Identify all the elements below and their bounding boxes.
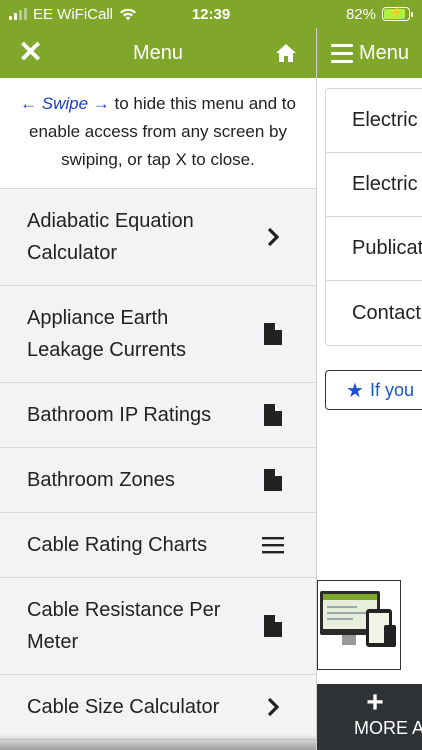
background-list-item[interactable]: Electric — [326, 89, 422, 153]
charging-bolt-icon: ⚡ — [389, 7, 403, 19]
menu-item-cable-size-calculator[interactable]: Cable Size Calculator — [0, 675, 316, 740]
hamburger-icon[interactable] — [331, 43, 353, 63]
swipe-hint: ← Swipe → to hide this menu and to enabl… — [0, 78, 316, 189]
carrier-label: EE WiFiCall — [33, 5, 114, 23]
status-left: EE WiFiCall — [9, 6, 137, 23]
side-menu: ✕ Menu ← Swipe → to hide this menu and t… — [0, 28, 316, 750]
menu-item-label: Adiabatic Equation Calculator — [27, 210, 194, 264]
menu-item-bathroom-zones[interactable]: Bathroom Zones — [0, 448, 316, 513]
background-list-item[interactable]: Contact — [326, 281, 422, 345]
chevron-right-icon — [262, 697, 284, 717]
status-right: 82% ⚡ — [345, 5, 413, 23]
background-list-item[interactable]: Electric — [326, 153, 422, 217]
menu-item-appliance-earth-leakage-currents[interactable]: Appliance Earth Leakage Currents — [0, 286, 316, 383]
document-icon — [262, 469, 284, 491]
promo-devices-image[interactable] — [317, 580, 401, 670]
background-page: Menu Electric Electric Publicat Contact … — [316, 28, 422, 750]
menu-item-adiabatic-equation-calculator[interactable]: Adiabatic Equation Calculator — [0, 189, 316, 286]
list-icon — [262, 536, 284, 554]
star-icon: ★ — [346, 379, 364, 402]
wifi-icon — [119, 8, 137, 21]
background-list: Electric Electric Publicat Contact — [325, 88, 422, 346]
menu-item-label: Cable Rating Charts — [27, 534, 208, 556]
background-header[interactable]: Menu — [317, 28, 422, 78]
menu-item-cable-rating-charts[interactable]: Cable Rating Charts — [0, 513, 316, 578]
document-icon — [262, 404, 284, 426]
menu-item-label: Bathroom Zones — [27, 469, 175, 491]
background-menu-title: Menu — [359, 41, 410, 64]
battery-cap — [411, 12, 413, 17]
menu-item-bathroom-ip-ratings[interactable]: Bathroom IP Ratings — [0, 383, 316, 448]
more-apps-label: MORE AP — [353, 718, 422, 738]
menu-item-label: Appliance Earth Leakage Currents — [27, 307, 186, 361]
document-icon — [262, 323, 284, 345]
menu-bottom-shadow — [0, 734, 316, 750]
rate-app-label: If you — [369, 379, 414, 400]
battery-icon: ⚡ — [382, 7, 413, 21]
more-apps-button[interactable]: + MORE AP — [317, 684, 422, 750]
home-icon[interactable] — [274, 41, 298, 65]
document-icon — [262, 615, 284, 637]
background-list-item[interactable]: Publicat — [326, 217, 422, 281]
menu-item-label: Cable Size Calculator — [27, 696, 220, 718]
menu-item-label: Cable Resistance Per Meter — [27, 599, 221, 653]
status-bar: EE WiFiCall 12:39 82% ⚡ — [0, 0, 422, 28]
signal-icon — [9, 8, 27, 20]
rate-app-button[interactable]: ★ If you — [325, 370, 422, 410]
menu-title: Menu — [132, 41, 184, 64]
swipe-hint-link: ← Swipe → — [20, 94, 110, 113]
menu-header: ✕ Menu — [0, 28, 316, 78]
menu-item-label: Bathroom IP Ratings — [27, 404, 212, 426]
plus-icon: + — [366, 686, 384, 719]
chevron-right-icon — [262, 227, 284, 247]
battery-percentage: 82% — [345, 5, 376, 23]
close-icon[interactable]: ✕ — [18, 38, 43, 68]
menu-item-cable-resistance-per-meter[interactable]: Cable Resistance Per Meter — [0, 578, 316, 675]
